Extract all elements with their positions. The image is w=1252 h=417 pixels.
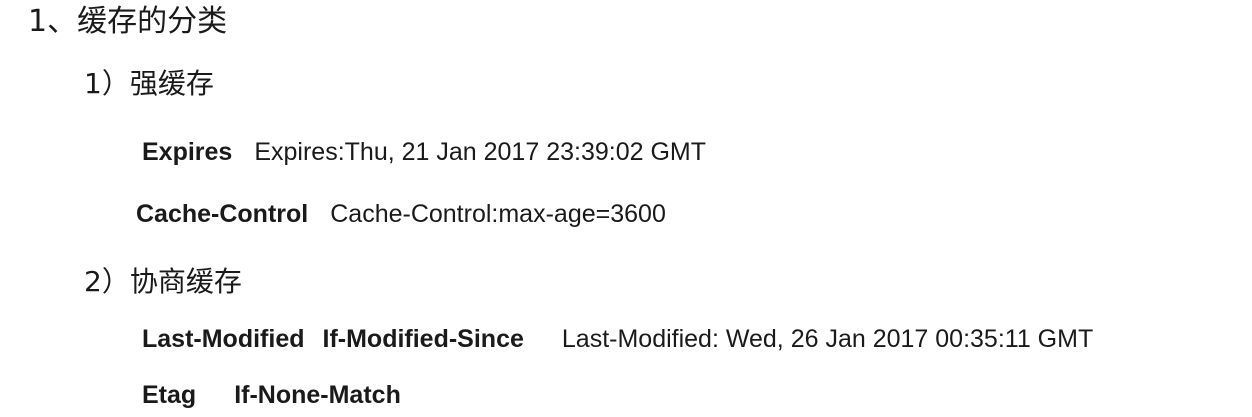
last-modified-key: Last-Modified xyxy=(142,325,305,353)
cache-control-row: Cache-Control Cache-Control:max-age=3600 xyxy=(136,202,666,227)
etag-row: Etag If-None-Match xyxy=(142,383,401,408)
if-none-match-key: If-None-Match xyxy=(234,381,401,409)
etag-key: Etag xyxy=(142,381,197,409)
cache-control-example: Cache-Control:max-age=3600 xyxy=(330,200,666,228)
section-title: 1、缓存的分类 xyxy=(28,4,228,39)
expires-key: Expires xyxy=(142,138,233,166)
cache-control-key: Cache-Control xyxy=(136,200,309,228)
if-modified-since-key: If-Modified-Since xyxy=(322,325,524,353)
last-modified-row: Last-Modified If-Modified-Since Last-Mod… xyxy=(142,327,1093,352)
expires-row: Expires Expires:Thu, 21 Jan 2017 23:39:0… xyxy=(142,140,706,165)
last-modified-example: Last-Modified: Wed, 26 Jan 2017 00:35:11… xyxy=(561,325,1094,353)
negotiated-cache-heading: 2）协商缓存 xyxy=(84,265,242,298)
expires-example: Expires:Thu, 21 Jan 2017 23:39:02 GMT xyxy=(254,138,706,166)
strong-cache-heading: 1）强缓存 xyxy=(84,67,214,100)
